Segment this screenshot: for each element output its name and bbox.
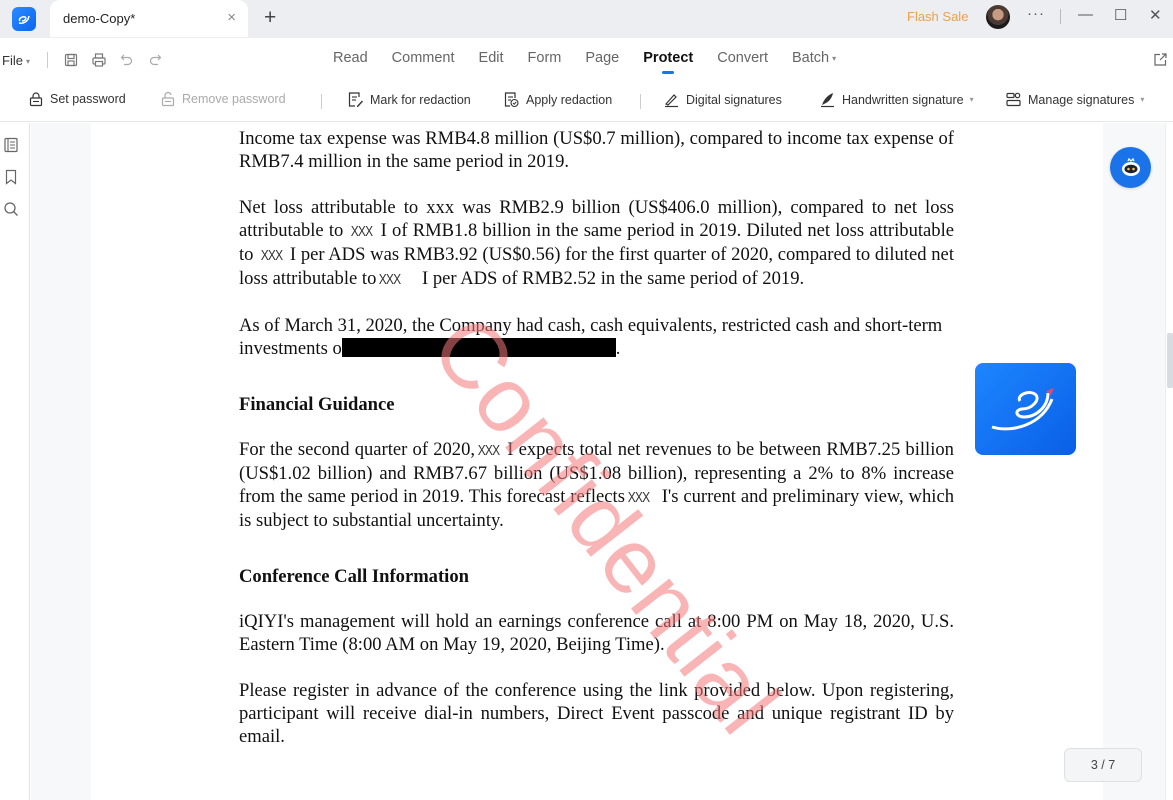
title-bar: demo-Copy* × + Flash Sale ··· — ☐ ✕ (0, 0, 1173, 38)
manage-signatures-icon (1006, 92, 1021, 107)
lock-icon (29, 92, 43, 107)
page-content: Income tax expense was RMB4.8 million (U… (239, 127, 954, 771)
undo-icon[interactable] (118, 51, 136, 69)
chevron-down-icon: ▾ (25, 57, 30, 67)
text-run: I per ADS of RMB2.52 in the same period … (403, 268, 805, 289)
tab-form[interactable]: Form (528, 50, 562, 66)
paragraph-guidance: For the second quarter of 2020, XXX I exp… (239, 438, 954, 532)
minimize-button[interactable]: — (1078, 6, 1093, 23)
file-menu-label: File (2, 53, 23, 68)
bookmark-icon[interactable] (3, 169, 19, 185)
main-tabs: Read Comment Edit Form Page Protect Conv… (333, 50, 860, 66)
digital-signatures-label: Digital signatures (686, 92, 782, 107)
quill-icon (821, 93, 834, 108)
document-tab[interactable]: demo-Copy* × (50, 0, 248, 37)
chevron-down-icon: ▾ (969, 95, 974, 104)
set-password-button[interactable]: Set password (28, 91, 126, 107)
paragraph-net-loss: Net loss attributable to xxx was RMB2.9 … (239, 196, 954, 291)
floating-app-logo-icon[interactable] (975, 363, 1076, 455)
remove-password-button[interactable]: Remove password (160, 91, 286, 107)
placeholder-text: XXX (477, 442, 500, 459)
left-sidebar (0, 123, 30, 800)
tab-title: demo-Copy* (63, 11, 136, 26)
toolbar-divider (640, 94, 641, 109)
app-logo-icon[interactable] (12, 7, 36, 31)
tab-edit[interactable]: Edit (479, 50, 504, 66)
paragraph-conference-time: iQIYI's management will hold an earnings… (239, 611, 954, 655)
handwritten-signature-button[interactable]: Handwritten signature ▾ (819, 91, 974, 108)
placeholder-text: XXX (627, 489, 650, 506)
paragraph-income-tax: Income tax expense was RMB4.8 million (U… (239, 128, 954, 172)
new-tab-button[interactable]: + (264, 6, 276, 30)
toolbar-divider (321, 94, 322, 109)
paragraph-cash: As of March 31, 2020, the Company had ca… (239, 314, 954, 360)
tab-batch-label: Batch (792, 50, 830, 66)
file-menu[interactable]: File ▾ (2, 53, 30, 68)
close-window-button[interactable]: ✕ (1149, 6, 1162, 24)
tab-convert[interactable]: Convert (717, 50, 768, 66)
heading-conference-call: Conference Call Information (239, 566, 469, 587)
tab-batch[interactable]: Batch ▾ (792, 50, 836, 66)
heading-financial-guidance: Financial Guidance (239, 394, 395, 415)
close-tab-icon[interactable]: × (227, 9, 236, 26)
manage-signatures-label: Manage signatures (1028, 92, 1135, 107)
mark-for-redaction-label: Mark for redaction (370, 92, 471, 107)
redaction-box[interactable] (341, 338, 616, 357)
text-run: . (615, 338, 621, 359)
flash-sale-link[interactable]: Flash Sale (907, 9, 968, 24)
popout-window-icon[interactable] (1153, 52, 1168, 72)
save-icon[interactable] (62, 51, 80, 69)
ai-assistant-button[interactable] (1110, 147, 1151, 188)
thumbnails-icon[interactable] (3, 137, 19, 153)
title-divider (1060, 9, 1061, 24)
digital-signatures-button[interactable]: Digital signatures (663, 91, 782, 108)
document-viewer[interactable]: Income tax expense was RMB4.8 million (U… (31, 123, 1165, 800)
pen-icon (665, 94, 678, 108)
protect-toolbar: Set password Remove password Mark for re… (0, 80, 1173, 122)
text-run: For the second quarter of 2020, (239, 439, 476, 460)
more-options-icon[interactable]: ··· (1027, 5, 1045, 22)
tab-comment[interactable]: Comment (392, 50, 455, 66)
remove-password-label: Remove password (182, 92, 286, 106)
menu-divider (47, 52, 48, 68)
maximize-button[interactable]: ☐ (1114, 6, 1127, 24)
manage-signatures-button[interactable]: Manage signatures ▾ (1005, 91, 1144, 108)
robot-icon (1121, 157, 1140, 176)
page-indicator[interactable]: 3 / 7 (1064, 748, 1142, 782)
paragraph-registration: Please register in advance of the confer… (239, 680, 954, 747)
vertical-scrollbar[interactable] (1165, 123, 1173, 800)
tab-protect[interactable]: Protect (643, 50, 693, 66)
placeholder-text: XXX (351, 223, 373, 240)
apply-redaction-icon (504, 92, 519, 108)
user-avatar[interactable] (986, 5, 1010, 29)
scrollbar-thumb[interactable] (1167, 333, 1173, 388)
apply-redaction-label: Apply redaction (526, 92, 613, 107)
handwritten-signature-label: Handwritten signature (842, 92, 964, 107)
menu-bar: File ▾ Read Comment Edit Form Page Protec… (0, 38, 1173, 80)
mark-redaction-icon (348, 92, 363, 107)
tab-read[interactable]: Read (333, 50, 368, 66)
pdf-page: Income tax expense was RMB4.8 million (U… (91, 123, 1103, 800)
tab-page[interactable]: Page (585, 50, 619, 66)
chevron-down-icon: ▾ (1140, 95, 1145, 104)
placeholder-text: XXX (260, 247, 283, 264)
apply-redaction-button[interactable]: Apply redaction (503, 91, 612, 108)
chevron-down-icon: ▾ (832, 53, 837, 63)
redo-icon[interactable] (146, 51, 164, 69)
unlock-icon (161, 91, 175, 107)
search-icon[interactable] (3, 201, 19, 217)
print-icon[interactable] (90, 51, 108, 69)
placeholder-text: XXX (379, 271, 401, 288)
set-password-label: Set password (50, 92, 126, 106)
mark-for-redaction-button[interactable]: Mark for redaction (347, 91, 471, 108)
